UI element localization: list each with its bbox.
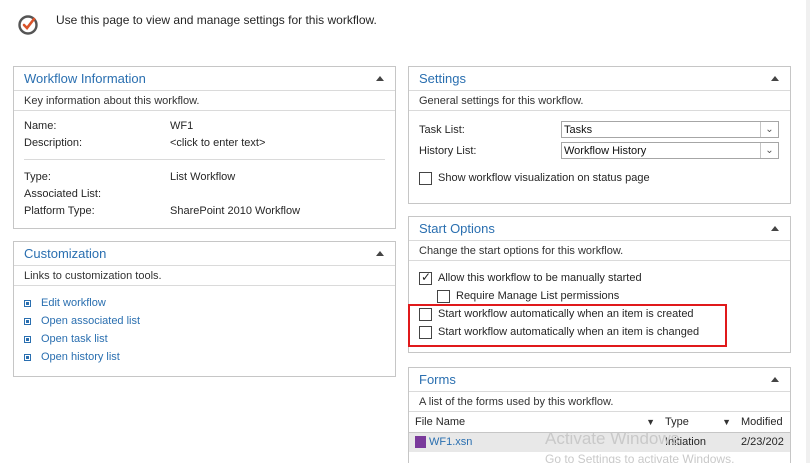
dropdown-icon[interactable]: ▼ bbox=[722, 417, 731, 427]
description-row: Description: <click to enter text> bbox=[24, 134, 385, 151]
bullet-icon bbox=[24, 299, 31, 307]
workflow-settings-icon bbox=[18, 15, 38, 35]
settings-title: Settings bbox=[419, 71, 466, 86]
page-header: Use this page to view and manage setting… bbox=[16, 12, 377, 42]
chevron-down-icon[interactable]: ⌄ bbox=[760, 122, 778, 137]
divider bbox=[24, 159, 385, 160]
file-cell[interactable]: WF1.xsn bbox=[409, 432, 659, 452]
visualization-option: Show workflow visualization on status pa… bbox=[419, 169, 780, 187]
infopath-file-icon bbox=[415, 436, 426, 449]
visualization-label: Show workflow visualization on status pa… bbox=[438, 172, 650, 184]
workflow-information-title: Workflow Information bbox=[24, 71, 146, 86]
page-description: Use this page to view and manage setting… bbox=[56, 13, 377, 27]
history-list-label: History List: bbox=[419, 144, 477, 157]
visualization-checkbox[interactable] bbox=[419, 171, 432, 185]
history-list-row: History List: Workflow History ⌄ bbox=[419, 140, 780, 161]
open-task-list-link[interactable]: Open task list bbox=[24, 330, 385, 348]
customization-desc: Links to customization tools. bbox=[14, 266, 395, 286]
type-value: List Workflow bbox=[170, 170, 236, 183]
vertical-scrollbar[interactable] bbox=[806, 0, 810, 463]
start-options-title: Start Options bbox=[419, 221, 495, 236]
collapse-icon[interactable] bbox=[375, 249, 385, 259]
modified-cell: 2/23/202 bbox=[735, 432, 790, 452]
type-row: Type: List Workflow bbox=[24, 168, 385, 185]
settings-panel: Settings General settings for this workf… bbox=[408, 66, 791, 204]
manual-start-option: Allow this workflow to be manually start… bbox=[419, 269, 780, 287]
manual-start-checkbox[interactable] bbox=[419, 270, 432, 285]
collapse-icon[interactable] bbox=[770, 375, 780, 385]
history-list-select[interactable]: Workflow History ⌄ bbox=[561, 142, 779, 159]
manual-start-label: Allow this workflow to be manually start… bbox=[438, 272, 642, 284]
table-row[interactable]: WF1.xsn Initiation 2/23/202 bbox=[409, 432, 790, 452]
associated-list-row: Associated List: bbox=[24, 185, 385, 202]
type-label: Type: bbox=[24, 170, 51, 183]
workflow-information-desc: Key information about this workflow. bbox=[14, 91, 395, 111]
customization-panel: Customization Links to customization too… bbox=[13, 241, 396, 377]
column-modified[interactable]: Modified bbox=[735, 412, 790, 433]
task-list-label: Task List: bbox=[419, 123, 465, 136]
name-label: Name: bbox=[24, 119, 57, 132]
customization-title: Customization bbox=[24, 246, 107, 261]
column-file-name[interactable]: File Name ▼ bbox=[409, 412, 659, 433]
edit-workflow-link[interactable]: Edit workflow bbox=[24, 294, 385, 312]
dropdown-icon[interactable]: ▼ bbox=[646, 417, 655, 427]
open-associated-list-link[interactable]: Open associated list bbox=[24, 312, 385, 330]
start-options-desc: Change the start options for this workfl… bbox=[409, 241, 790, 261]
task-list-row: Task List: Tasks ⌄ bbox=[419, 119, 780, 140]
require-permissions-checkbox[interactable] bbox=[437, 289, 450, 303]
task-list-select[interactable]: Tasks ⌄ bbox=[561, 121, 779, 138]
name-row: Name: WF1 bbox=[24, 117, 385, 134]
open-history-list-link[interactable]: Open history list bbox=[24, 348, 385, 366]
forms-panel: Forms A list of the forms used by this w… bbox=[408, 367, 791, 463]
chevron-down-icon[interactable]: ⌄ bbox=[760, 143, 778, 158]
bullet-icon bbox=[24, 317, 31, 325]
column-type[interactable]: Type ▼ bbox=[659, 412, 735, 433]
require-permissions-option: Require Manage List permissions bbox=[419, 287, 780, 305]
bullet-icon bbox=[24, 335, 31, 343]
workflow-information-panel: Workflow Information Key information abo… bbox=[13, 66, 396, 229]
associated-list-label: Associated List: bbox=[24, 187, 102, 200]
description-label: Description: bbox=[24, 136, 83, 149]
bullet-icon bbox=[24, 353, 31, 361]
platform-type-label: Platform Type: bbox=[24, 204, 95, 217]
settings-desc: General settings for this workflow. bbox=[409, 91, 790, 111]
highlight-box bbox=[408, 304, 727, 347]
type-cell: Initiation bbox=[659, 432, 735, 452]
collapse-icon[interactable] bbox=[770, 74, 780, 84]
description-value[interactable]: <click to enter text> bbox=[170, 137, 265, 149]
name-value[interactable]: WF1 bbox=[170, 120, 193, 132]
forms-table: File Name ▼ Type ▼ Modified WF1.xsn Initia… bbox=[409, 412, 790, 452]
forms-title: Forms bbox=[419, 372, 456, 387]
collapse-icon[interactable] bbox=[770, 224, 780, 234]
forms-desc: A list of the forms used by this workflo… bbox=[409, 392, 790, 412]
collapse-icon[interactable] bbox=[375, 74, 385, 84]
platform-type-row: Platform Type: SharePoint 2010 Workflow bbox=[24, 202, 385, 219]
platform-type-value: SharePoint 2010 Workflow bbox=[170, 204, 301, 217]
require-permissions-label: Require Manage List permissions bbox=[456, 290, 620, 302]
